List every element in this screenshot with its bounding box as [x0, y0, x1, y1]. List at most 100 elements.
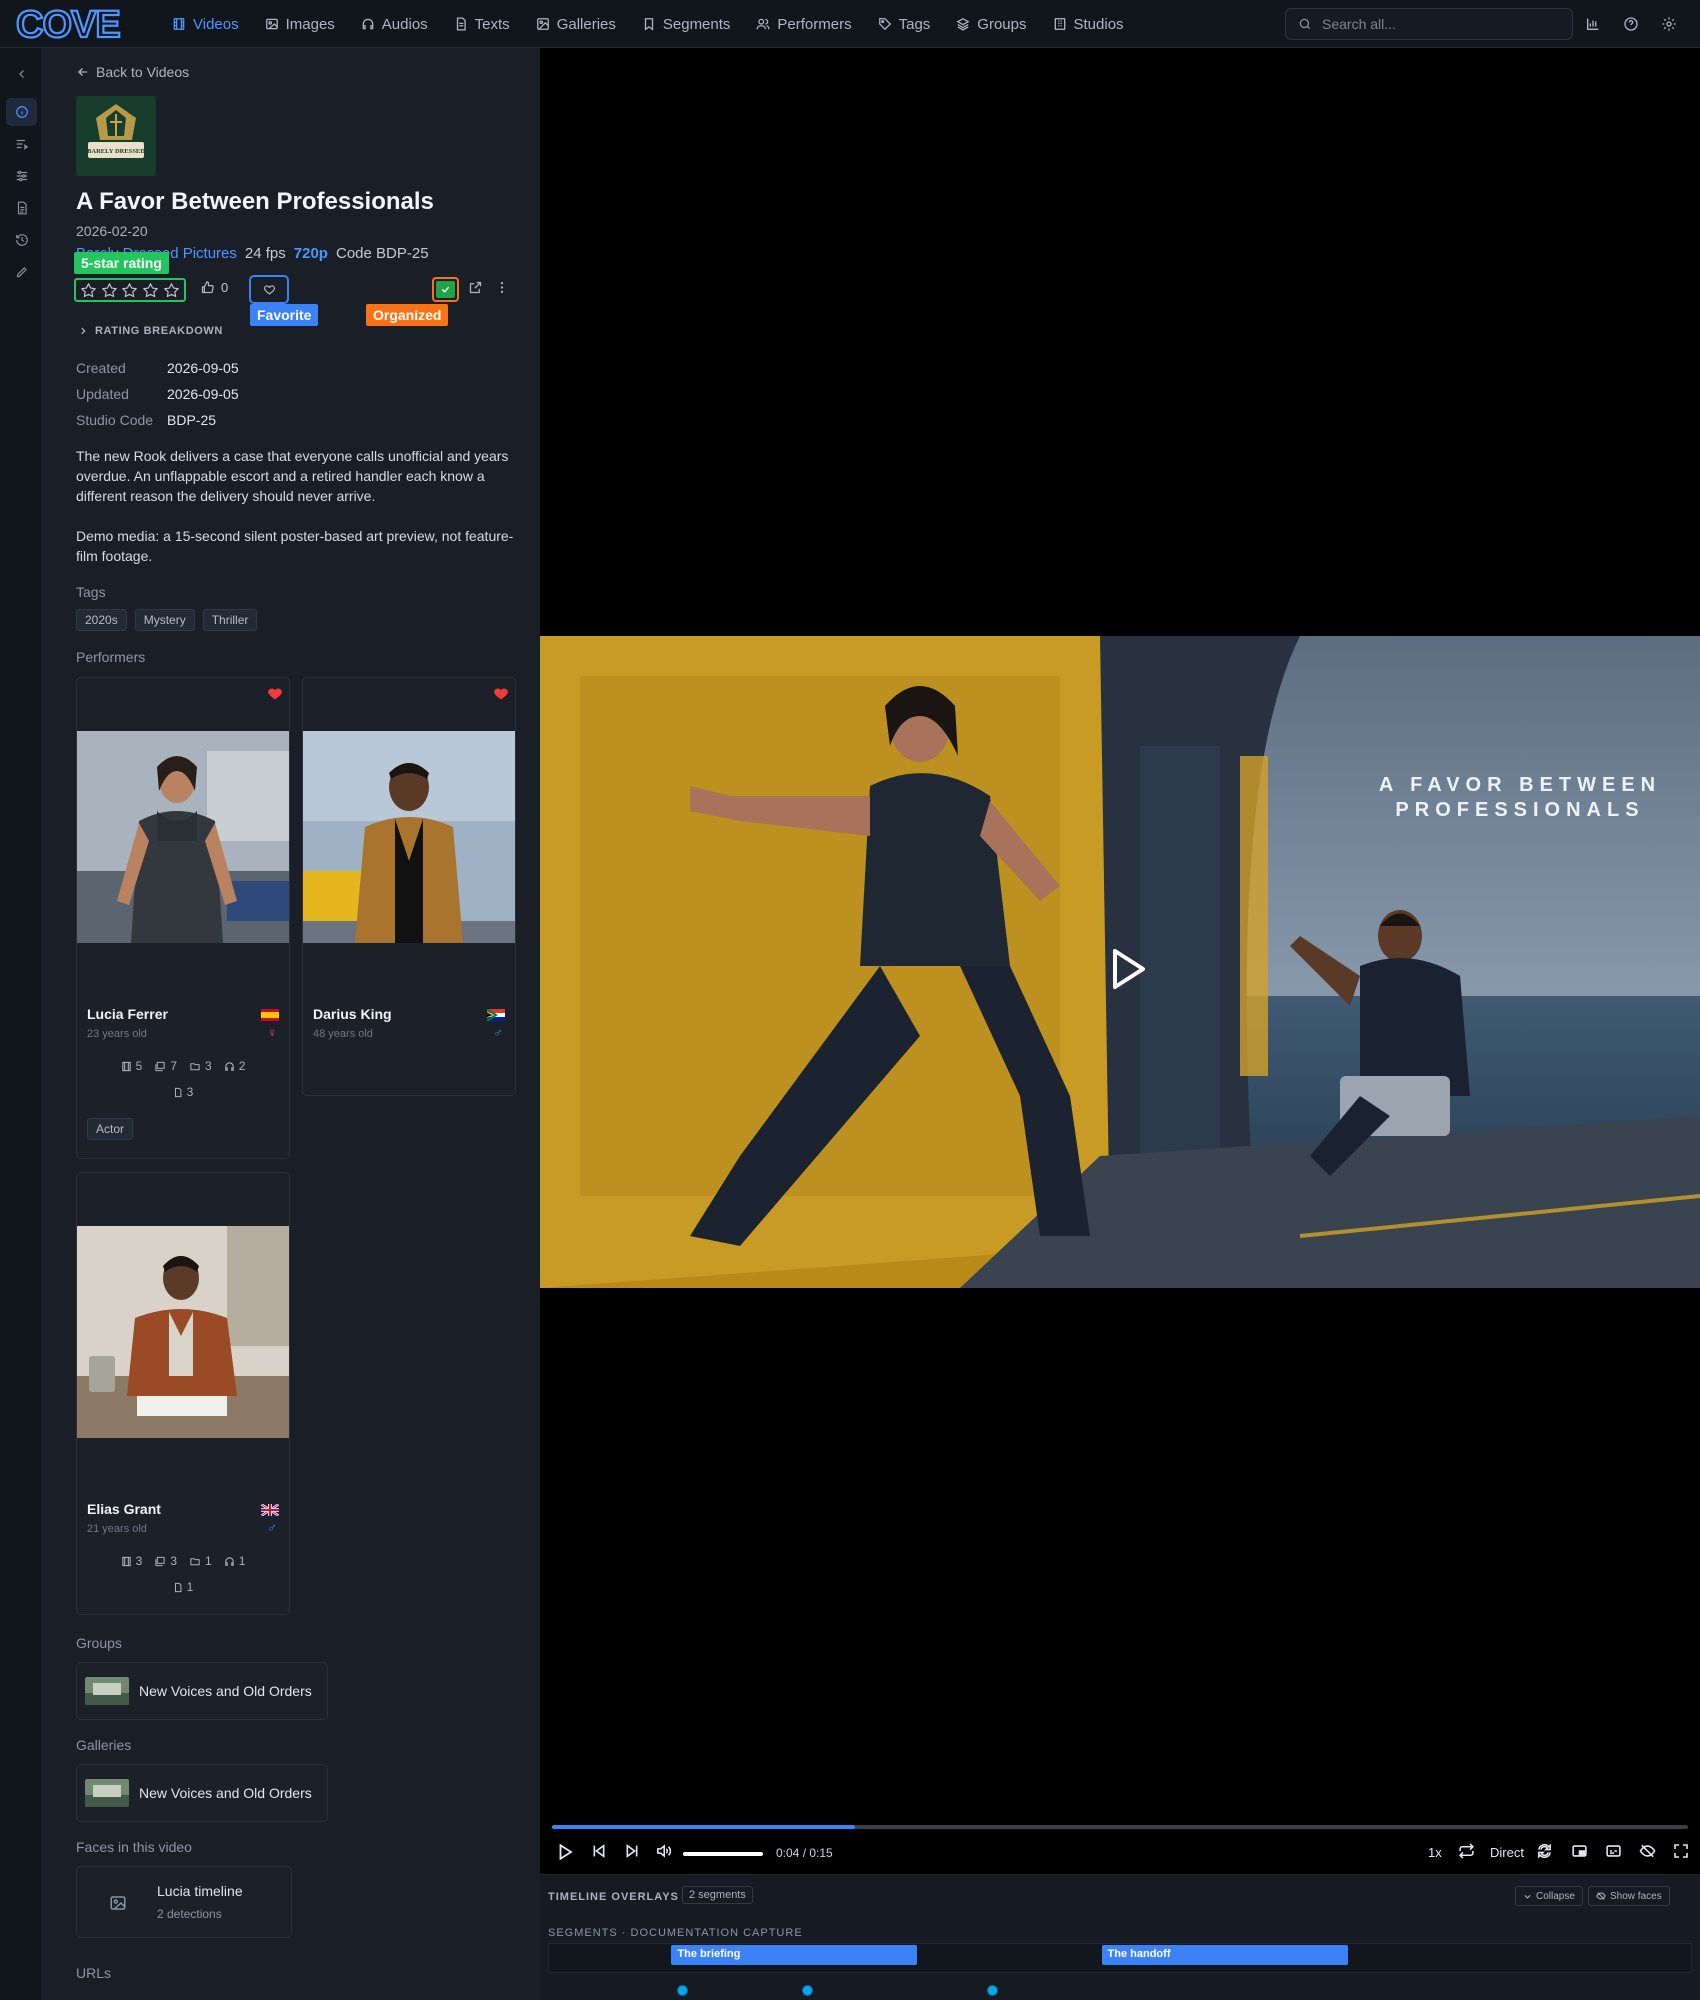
- studio-logo[interactable]: BARELY DRESSED: [76, 96, 156, 176]
- image-count: 3: [154, 1554, 177, 1568]
- star-rating[interactable]: [74, 278, 186, 302]
- performer-card-darius-king[interactable]: Darius King 48 years old ♂ 5 8 3 1 3: [302, 677, 516, 1096]
- gallery-link[interactable]: New Voices and Old Orders: [76, 1764, 328, 1822]
- volume-icon[interactable]: [655, 1842, 672, 1860]
- nav-item-videos[interactable]: Videos: [172, 0, 252, 48]
- collapse-button[interactable]: Collapse: [1515, 1886, 1583, 1906]
- segment-1[interactable]: The briefing: [671, 1945, 918, 1965]
- play-icon[interactable]: [556, 1842, 574, 1862]
- code: Code BDP-25: [335, 245, 429, 262]
- nav-item-label: Images: [285, 15, 335, 33]
- field-key: Updated: [76, 386, 129, 402]
- search-icon: [1299, 18, 1311, 30]
- stream-mode-button[interactable]: Direct: [1490, 1845, 1524, 1860]
- south-africa-flag-icon: [487, 1009, 505, 1021]
- big-play-icon[interactable]: [1095, 939, 1155, 999]
- queue-icon[interactable]: [6, 130, 37, 158]
- performer-card-lucia-ferrer[interactable]: Lucia Ferrer 23 years old ♀ 5 7 3 2 3 Ac…: [76, 677, 290, 1159]
- video-player[interactable]: A FAVOR BETWEEN PROFESSIONALS 0:04 / 0:1…: [540, 48, 1700, 1874]
- subtitles-icon[interactable]: [1605, 1842, 1622, 1860]
- show-faces-button[interactable]: Show faces: [1588, 1886, 1670, 1906]
- detail-panel: Back to Videos BARELY DRESSED A Favor Be…: [44, 48, 540, 2000]
- nav-item-performers[interactable]: Performers: [756, 0, 864, 48]
- more-vertical-icon[interactable]: [496, 280, 508, 295]
- role-chip: Actor: [87, 1118, 134, 1140]
- star-icon[interactable]: [142, 282, 159, 299]
- organized-toggle[interactable]: [432, 277, 459, 302]
- nav-item-audios[interactable]: Audios: [361, 0, 441, 48]
- nav-item-studios[interactable]: Studios: [1053, 0, 1137, 48]
- skip-back-icon[interactable]: [591, 1842, 607, 1860]
- nav-item-label: Studios: [1073, 15, 1124, 33]
- stats-icon[interactable]: [1582, 13, 1604, 35]
- performer-photo: [303, 731, 515, 943]
- favorite-button[interactable]: [249, 275, 289, 304]
- like-button[interactable]: 0: [200, 280, 228, 295]
- cove-logo[interactable]: COVE: [16, 4, 140, 44]
- top-nav: COVE Videos Images Audios Texts Galleries Seg…: [0, 0, 1700, 48]
- edit-icon[interactable]: [6, 258, 37, 286]
- tag-chip[interactable]: Mystery: [134, 609, 195, 631]
- star-icon[interactable]: [101, 282, 118, 299]
- speed-button[interactable]: 1x: [1428, 1845, 1442, 1860]
- rating-breakdown-toggle[interactable]: RATING BREAKDOWN: [78, 325, 223, 337]
- performer-name[interactable]: Elias Grant: [87, 1501, 161, 1517]
- repeat-icon[interactable]: [1536, 1842, 1553, 1860]
- nav-item-groups[interactable]: Groups: [956, 0, 1039, 48]
- performer-name[interactable]: Darius King: [313, 1006, 392, 1022]
- nav-item-texts[interactable]: Texts: [454, 0, 523, 48]
- tag-chip[interactable]: Thriller: [202, 609, 258, 631]
- performer-age: 21 years old: [87, 1523, 147, 1535]
- help-icon[interactable]: [1620, 13, 1642, 35]
- tag-list: 2020s Mystery Thriller: [76, 609, 258, 631]
- global-search[interactable]: [1285, 8, 1573, 40]
- gear-icon[interactable]: [1658, 13, 1680, 35]
- eye-off-icon[interactable]: [1639, 1842, 1656, 1860]
- page-title: A Favor Between Professionals: [76, 188, 434, 215]
- nav-item-segments[interactable]: Segments: [642, 0, 744, 48]
- nav-item-label: Audios: [381, 15, 428, 33]
- segment-2[interactable]: The handoff: [1101, 1945, 1348, 1965]
- performer-age: 48 years old: [313, 1028, 373, 1040]
- seek-bar[interactable]: [552, 1825, 1688, 1829]
- volume-slider[interactable]: [683, 1852, 763, 1856]
- skip-forward-icon[interactable]: [624, 1842, 640, 1860]
- collapse-panel-icon[interactable]: [6, 60, 37, 88]
- picture-in-picture-icon[interactable]: [1571, 1842, 1588, 1860]
- performer-card-elias-grant[interactable]: Elias Grant 21 years old ♂ 3 3 1 1 1: [76, 1172, 290, 1615]
- face-marker[interactable]: [801, 1985, 813, 1996]
- heart-icon[interactable]: [493, 686, 509, 700]
- image-count: 7: [154, 1059, 177, 1073]
- search-input[interactable]: [1322, 16, 1552, 32]
- nav-item-galleries[interactable]: Galleries: [536, 0, 629, 48]
- images-icon: [155, 1556, 165, 1566]
- history-icon[interactable]: [6, 226, 37, 254]
- heart-icon[interactable]: [267, 686, 283, 700]
- filters-icon[interactable]: [6, 162, 37, 190]
- group-link[interactable]: New Voices and Old Orders: [76, 1662, 328, 1720]
- face-marker[interactable]: [676, 1985, 688, 1996]
- nav-item-images[interactable]: Images: [265, 0, 348, 48]
- segment-track[interactable]: The briefing The handoff: [548, 1943, 1692, 1973]
- tag-chip[interactable]: 2020s: [76, 609, 127, 631]
- info-icon[interactable]: [6, 98, 37, 126]
- document-icon[interactable]: [6, 194, 37, 222]
- star-icon[interactable]: [80, 282, 97, 299]
- face-timeline-card[interactable]: Lucia timeline 2 detections: [76, 1866, 292, 1938]
- nav-item-label: Galleries: [556, 15, 616, 33]
- face-marker[interactable]: [986, 1985, 998, 1996]
- fps: 24 fps: [244, 245, 286, 262]
- left-rail: [0, 48, 43, 2000]
- group-name: New Voices and Old Orders: [139, 1683, 312, 1699]
- performer-name[interactable]: Lucia Ferrer: [87, 1006, 168, 1022]
- thumbs-up-icon: [201, 281, 214, 294]
- fullscreen-icon[interactable]: [1673, 1842, 1689, 1860]
- star-icon[interactable]: [121, 282, 138, 299]
- loop-icon[interactable]: [1458, 1842, 1475, 1860]
- star-icon[interactable]: [163, 282, 180, 299]
- external-link-icon[interactable]: [468, 280, 483, 295]
- back-link[interactable]: Back to Videos: [76, 64, 189, 80]
- nav-item-tags[interactable]: Tags: [878, 0, 944, 48]
- segments-icon: [642, 17, 656, 31]
- folder-icon: [190, 1557, 200, 1565]
